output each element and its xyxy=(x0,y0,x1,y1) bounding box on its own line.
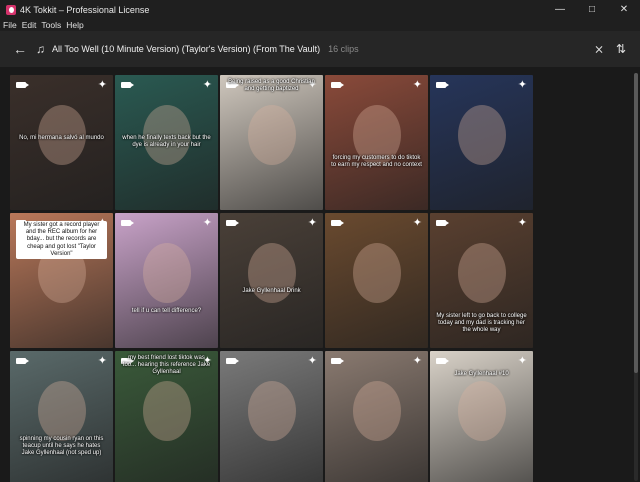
clip-count: 16 clips xyxy=(328,43,359,54)
clip-thumbnail xyxy=(458,243,506,303)
video-camera-icon xyxy=(16,82,29,88)
clip-caption: Being raised as a good Christian and get… xyxy=(228,79,315,93)
menu-bar: File Edit Tools Help xyxy=(0,19,640,31)
clip-caption: forcing my customers to do tiktok to ear… xyxy=(331,155,422,169)
sparkle-icon: ✦ xyxy=(517,217,527,229)
music-note-icon: ♫ xyxy=(36,41,45,56)
clips-grid-area: ✦ No, mi hermana salvó al mundo ✦ when he f… xyxy=(0,67,640,482)
clip-caption: My sister got a record player and the RE… xyxy=(16,221,107,259)
scrollbar-thumb[interactable] xyxy=(634,73,638,373)
sparkle-icon: ✦ xyxy=(517,79,527,91)
clip-tile[interactable]: ✦ My sister left to go back to college to… xyxy=(430,213,533,348)
sparkle-icon: ✦ xyxy=(307,355,317,367)
scrollbar[interactable] xyxy=(634,73,638,481)
clip-caption: Jake Gyllenhaal Drink xyxy=(242,288,301,294)
video-camera-icon xyxy=(331,358,344,364)
clip-thumbnail xyxy=(353,243,401,303)
clip-thumbnail xyxy=(143,381,191,441)
video-camera-icon xyxy=(121,82,134,88)
video-camera-icon xyxy=(226,220,239,226)
clip-tile[interactable]: ✦ xyxy=(325,351,428,482)
sparkle-icon: ✦ xyxy=(517,355,527,367)
video-camera-icon xyxy=(16,358,29,364)
clip-tile[interactable]: ✦ xyxy=(430,75,533,210)
clip-tile[interactable]: ✦ tell if u can tell difference? xyxy=(115,213,218,348)
menu-file[interactable]: File xyxy=(3,20,17,30)
video-camera-icon xyxy=(226,358,239,364)
sparkle-icon: ✦ xyxy=(97,79,107,91)
clip-tile[interactable]: ✦ xyxy=(220,351,323,482)
video-camera-icon xyxy=(331,82,344,88)
clip-caption: Jake Gyllenhaal #10 xyxy=(454,371,509,377)
clip-tile[interactable]: ✦ forcing my customers to do tiktok to ea… xyxy=(325,75,428,210)
menu-help[interactable]: Help xyxy=(66,20,83,30)
clip-thumbnail xyxy=(143,243,191,303)
sparkle-icon: ✦ xyxy=(202,79,212,91)
clip-thumbnail xyxy=(248,381,296,441)
menu-edit[interactable]: Edit xyxy=(22,20,37,30)
clip-tile[interactable]: ✦ my best friend lost tiktok was too... h… xyxy=(115,351,218,482)
video-camera-icon xyxy=(436,82,449,88)
clip-caption: tell if u can tell difference? xyxy=(131,308,202,314)
back-arrow-icon[interactable]: ← xyxy=(8,41,32,57)
video-camera-icon xyxy=(436,358,449,364)
clip-tile[interactable]: ✦ when he finally texts back but the dye … xyxy=(115,75,218,210)
sort-icon[interactable]: ⇅ xyxy=(610,42,632,56)
clip-thumbnail xyxy=(248,105,296,165)
clip-tile[interactable]: ✦ Jake Gyllenhaal #10 xyxy=(430,351,533,482)
video-camera-icon xyxy=(436,220,449,226)
maximize-button[interactable]: □ xyxy=(576,0,608,19)
clip-tile[interactable]: ✦ xyxy=(325,213,428,348)
header: ← ♫ All Too Well (10 Minute Version) (Ta… xyxy=(0,31,640,67)
video-camera-icon xyxy=(121,220,134,226)
clip-thumbnail xyxy=(458,381,506,441)
video-camera-icon xyxy=(331,220,344,226)
sparkle-icon: ✦ xyxy=(202,217,212,229)
title-bar: 4K Tokkit – Professional License — □ ✕ xyxy=(0,0,640,19)
clips-grid: ✦ No, mi hermana salvó al mundo ✦ when he f… xyxy=(10,75,534,482)
clip-thumbnail xyxy=(458,105,506,165)
clip-caption: spinning my cousin ryan on this teacup u… xyxy=(19,436,104,457)
clip-tile[interactable]: ✦ Being raised as a good Christian and ge… xyxy=(220,75,323,210)
sparkle-icon: ✦ xyxy=(412,355,422,367)
sparkle-icon: ✦ xyxy=(412,217,422,229)
clip-tile[interactable]: ✦My sister got a record player and the R… xyxy=(10,213,113,348)
clip-caption: My sister left to go back to college tod… xyxy=(436,313,527,334)
clip-tile[interactable]: ✦ Jake Gyllenhaal Drink xyxy=(220,213,323,348)
clip-tile[interactable]: ✦ No, mi hermana salvó al mundo xyxy=(10,75,113,210)
filter-clear-icon[interactable]: ⨯ xyxy=(588,42,610,56)
sparkle-icon: ✦ xyxy=(97,355,107,367)
sparkle-icon: ✦ xyxy=(412,79,422,91)
close-button[interactable]: ✕ xyxy=(608,0,640,19)
clip-thumbnail xyxy=(38,381,86,441)
menu-tools[interactable]: Tools xyxy=(41,20,61,30)
clip-thumbnail xyxy=(353,381,401,441)
clip-caption: No, mi hermana salvó al mundo xyxy=(19,135,104,141)
clip-caption: my best friend lost tiktok was too... he… xyxy=(122,355,211,376)
sparkle-icon: ✦ xyxy=(307,217,317,229)
clip-tile[interactable]: ✦ spinning my cousin ryan on this teacup … xyxy=(10,351,113,482)
app-logo-icon xyxy=(6,4,16,15)
page-title: All Too Well (10 Minute Version) (Taylor… xyxy=(52,43,321,54)
window-title: 4K Tokkit – Professional License xyxy=(20,4,150,15)
minimize-button[interactable]: — xyxy=(544,0,576,19)
clip-caption: when he finally texts back but the dye i… xyxy=(122,135,211,149)
